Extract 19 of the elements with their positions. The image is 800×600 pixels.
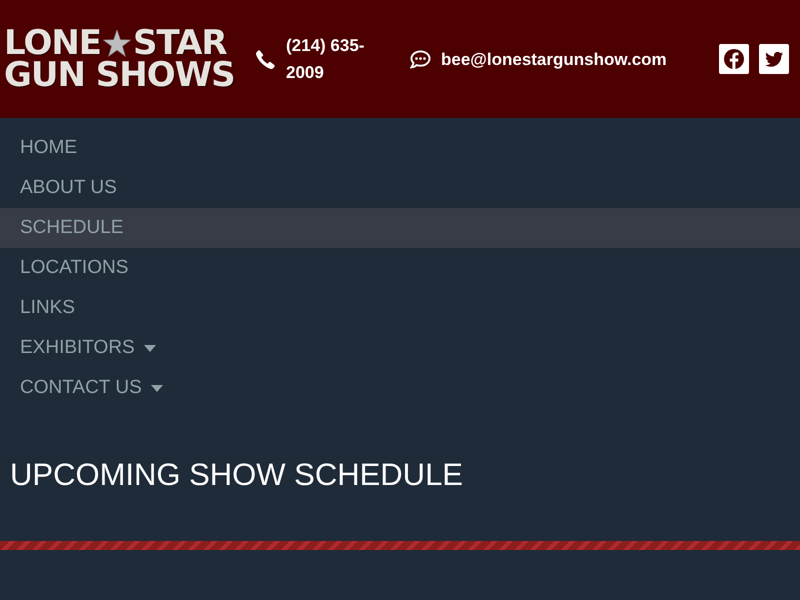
chat-bubble-icon bbox=[410, 50, 431, 68]
page-heading: UPCOMING SHOW SCHEDULE bbox=[9, 456, 464, 494]
logo[interactable]: LONE STAR GUN SHOWS bbox=[4, 27, 244, 91]
logo-text: LONE bbox=[4, 27, 102, 59]
phone-number-link[interactable]: (214) 635-2009 bbox=[286, 32, 378, 86]
phone-icon bbox=[256, 50, 275, 68]
nav-menu-item[interactable]: LOCATIONS bbox=[0, 248, 800, 288]
star-icon bbox=[103, 30, 132, 56]
facebook-icon[interactable] bbox=[719, 44, 749, 74]
logo-text: GUN SHOWS bbox=[4, 59, 235, 91]
nav-menu-item[interactable]: LINKS bbox=[0, 288, 800, 328]
nav-menu-item[interactable]: EXHIBITORS bbox=[0, 328, 800, 368]
nav-menu-item[interactable]: SCHEDULE bbox=[0, 208, 800, 248]
nav-menu-item[interactable]: HOME bbox=[0, 128, 800, 168]
nav-menu-item[interactable]: CONTACT US bbox=[0, 368, 800, 408]
logo-text: STAR bbox=[133, 27, 227, 59]
twitter-bird-icon[interactable] bbox=[759, 44, 789, 74]
nav-menu-item[interactable]: ABOUT US bbox=[0, 168, 800, 208]
email-link[interactable]: bee@lonestargunshow.com bbox=[441, 46, 667, 72]
